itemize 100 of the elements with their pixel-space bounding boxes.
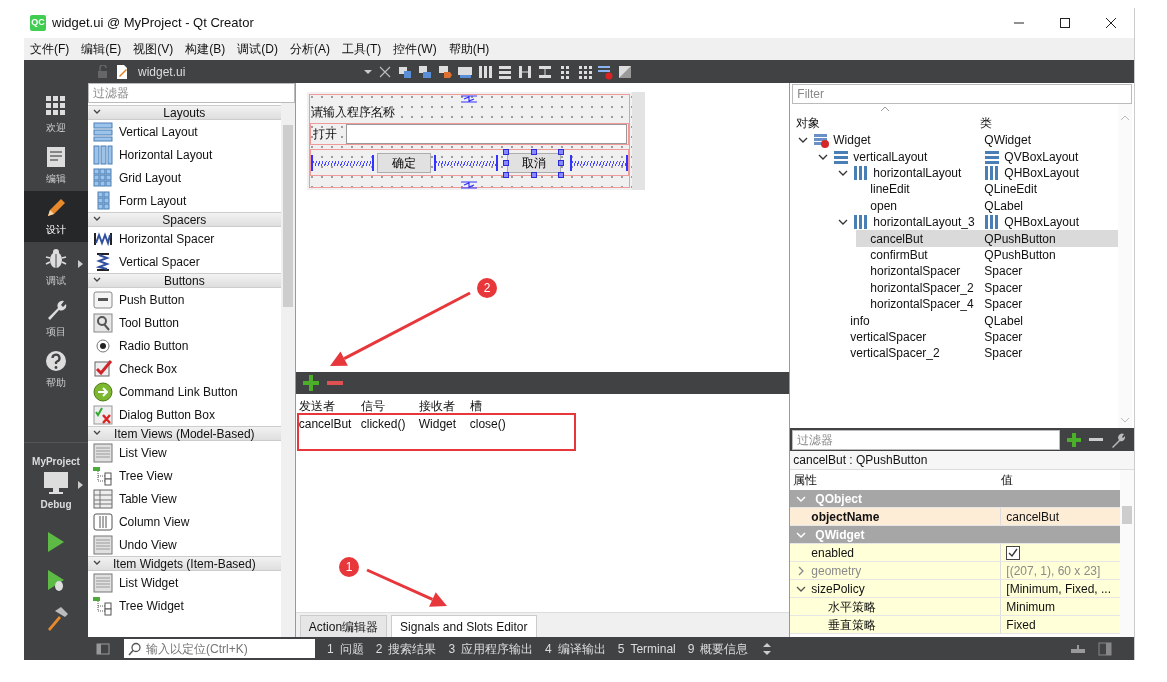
form-label[interactable]: 打开 bbox=[310, 125, 345, 143]
widget-item[interactable]: Grid Layout bbox=[87, 166, 281, 189]
tree-row[interactable]: cancelBut QPushButton bbox=[856, 230, 1118, 247]
widget-item[interactable]: Undo View bbox=[87, 533, 281, 556]
grid-icon[interactable] bbox=[577, 63, 594, 80]
add-icon[interactable] bbox=[1066, 431, 1083, 448]
tree-row[interactable]: verticalSpacer_2 Spacer bbox=[836, 345, 1118, 362]
output-pane-button[interactable]: 9 概要信息 bbox=[687, 639, 749, 658]
widget-item[interactable]: Horizontal Layout bbox=[87, 143, 281, 166]
tag-icon[interactable] bbox=[437, 63, 454, 80]
widget-item[interactable]: Tree View bbox=[87, 464, 281, 487]
tree-row[interactable]: info QLabel bbox=[836, 312, 1118, 329]
filter-field[interactable]: 过滤器 bbox=[87, 83, 295, 103]
image-icon[interactable] bbox=[617, 63, 634, 80]
tree-row[interactable]: horizontalSpacer_2 Spacer bbox=[856, 279, 1118, 296]
column-header[interactable]: 发送者 bbox=[295, 397, 358, 415]
widget-item[interactable]: Horizontal Spacer bbox=[87, 227, 281, 250]
widget-item[interactable]: Vertical Layout bbox=[87, 120, 281, 143]
columns-icon[interactable] bbox=[477, 63, 494, 80]
column-header[interactable]: 属性 bbox=[790, 471, 1002, 489]
tree-row[interactable]: verticalSpacer Spacer bbox=[836, 328, 1118, 346]
form-button[interactable]: 取消 bbox=[507, 152, 561, 173]
up-down-arrow-icon[interactable] bbox=[762, 641, 773, 656]
menu-item[interactable]: 编辑(E) bbox=[75, 40, 128, 58]
category-header[interactable]: Item Widgets (Item-Based) bbox=[87, 556, 281, 571]
widget-item[interactable]: Tool Button bbox=[87, 311, 281, 334]
split-icon[interactable] bbox=[537, 63, 554, 80]
file-name[interactable]: widget.ui bbox=[138, 62, 186, 81]
menu-item[interactable]: 工具(T) bbox=[336, 40, 388, 58]
column-header[interactable]: 信号 bbox=[357, 397, 416, 415]
selection-handle[interactable] bbox=[531, 148, 537, 155]
widget-item[interactable]: Column View bbox=[87, 510, 281, 533]
widget-item[interactable]: Table View bbox=[87, 487, 281, 510]
category-header[interactable]: Spacers bbox=[87, 212, 281, 227]
mode-button[interactable]: 欢迎 bbox=[24, 89, 88, 140]
menu-item[interactable]: 构建(B) bbox=[179, 40, 232, 58]
tree-row[interactable]: verticalLayout QVBoxLayout bbox=[816, 148, 1118, 165]
locator-field[interactable]: 输入以定位(Ctrl+K) bbox=[124, 639, 315, 658]
category-header[interactable]: Layouts bbox=[87, 105, 281, 120]
filter-field[interactable]: 过滤器 bbox=[792, 429, 1061, 450]
form-label[interactable]: 请输入程序名称 bbox=[310, 102, 395, 121]
mode-button[interactable]: 编辑 bbox=[24, 140, 88, 191]
column-header[interactable]: 槽 bbox=[466, 397, 527, 415]
tree-row[interactable]: horizontalLayout QHBoxLayout bbox=[836, 164, 1118, 182]
column-header[interactable]: 值 bbox=[1001, 471, 1014, 489]
tree-row[interactable]: lineEdit QLineEdit bbox=[856, 181, 1118, 198]
widget-item[interactable]: Tree Widget bbox=[87, 594, 281, 617]
property-value[interactable]: Minimum bbox=[1006, 597, 1055, 616]
widget-item[interactable]: Dialog Button Box bbox=[87, 403, 281, 426]
mode-button[interactable]: 帮助 bbox=[24, 344, 88, 395]
widget-item[interactable]: List Widget bbox=[87, 571, 281, 594]
window-icon[interactable] bbox=[417, 63, 434, 80]
menu-item[interactable]: 调试(D) bbox=[231, 40, 284, 58]
category-header[interactable]: Item Views (Model-Based) bbox=[87, 426, 281, 441]
tree-row[interactable]: horizontalSpacer_4 Spacer bbox=[856, 295, 1118, 313]
tab[interactable]: Signals and Slots Editor bbox=[391, 615, 537, 637]
widget-item[interactable]: Vertical Spacer bbox=[87, 250, 281, 273]
column-header[interactable]: 接收者 bbox=[415, 397, 467, 415]
widget-item[interactable]: Form Layout bbox=[87, 189, 281, 212]
tree-row[interactable]: horizontalSpacer Spacer bbox=[856, 263, 1118, 280]
output-pane-button[interactable]: 4 编译输出 bbox=[545, 639, 606, 658]
widget-item[interactable]: List View bbox=[87, 441, 281, 464]
output-pane-button[interactable]: 5 Terminal bbox=[617, 639, 676, 658]
panel-icon[interactable] bbox=[1098, 641, 1112, 656]
widget-item[interactable]: Radio Button bbox=[87, 334, 281, 357]
menu-item[interactable]: 帮助(H) bbox=[442, 40, 496, 58]
widget-item[interactable]: Push Button bbox=[87, 288, 281, 311]
kit-selector[interactable]: MyProject Debug bbox=[24, 443, 88, 523]
wrench-icon[interactable] bbox=[1110, 431, 1127, 448]
tab[interactable]: Action编辑器 bbox=[299, 615, 388, 637]
widget-item[interactable]: Command Link Button bbox=[87, 380, 281, 403]
tree-row[interactable]: confirmBut QPushButton bbox=[856, 246, 1118, 264]
category-header[interactable]: Buttons bbox=[87, 273, 281, 288]
tree-row[interactable]: open QLabel bbox=[856, 197, 1118, 214]
widget-item[interactable]: Check Box bbox=[87, 357, 281, 380]
property-value[interactable]: [Minimum, Fixed, ... bbox=[1006, 579, 1111, 598]
checkbox-checked-icon[interactable] bbox=[1006, 545, 1021, 560]
filter-field[interactable]: Filter bbox=[792, 84, 1132, 104]
column-header[interactable]: 类 bbox=[980, 108, 993, 132]
form-button[interactable]: 确定 bbox=[377, 152, 432, 173]
property-value[interactable]: cancelBut bbox=[1006, 507, 1059, 526]
menu-item[interactable]: 控件(W) bbox=[387, 40, 443, 58]
add-icon[interactable] bbox=[301, 374, 320, 392]
sidebar-toggle-icon[interactable] bbox=[96, 641, 110, 656]
output-pane-button[interactable]: 2 搜索结果 bbox=[375, 639, 437, 658]
output-pane-button[interactable]: 3 应用程序输出 bbox=[448, 639, 534, 658]
menu-item[interactable]: 文件(F) bbox=[24, 40, 76, 58]
property-value[interactable]: Fixed bbox=[1006, 615, 1036, 634]
rows-icon[interactable] bbox=[497, 63, 514, 80]
output-pane-button[interactable]: 1 问题 bbox=[327, 639, 364, 658]
mode-button[interactable]: 项目 bbox=[24, 293, 88, 344]
mode-button[interactable]: 调试 bbox=[24, 242, 88, 293]
mode-button[interactable]: 设计 bbox=[24, 191, 88, 242]
split-icon[interactable] bbox=[517, 63, 534, 80]
list-icon[interactable] bbox=[597, 63, 614, 80]
menu-item[interactable]: 分析(A) bbox=[284, 40, 336, 58]
tree-row[interactable]: horizontalLayout_3 QHBoxLayout bbox=[836, 213, 1118, 231]
scrollbar[interactable] bbox=[280, 103, 295, 637]
menu-item[interactable]: 视图(V) bbox=[127, 40, 180, 58]
selection-handle[interactable] bbox=[531, 171, 537, 178]
